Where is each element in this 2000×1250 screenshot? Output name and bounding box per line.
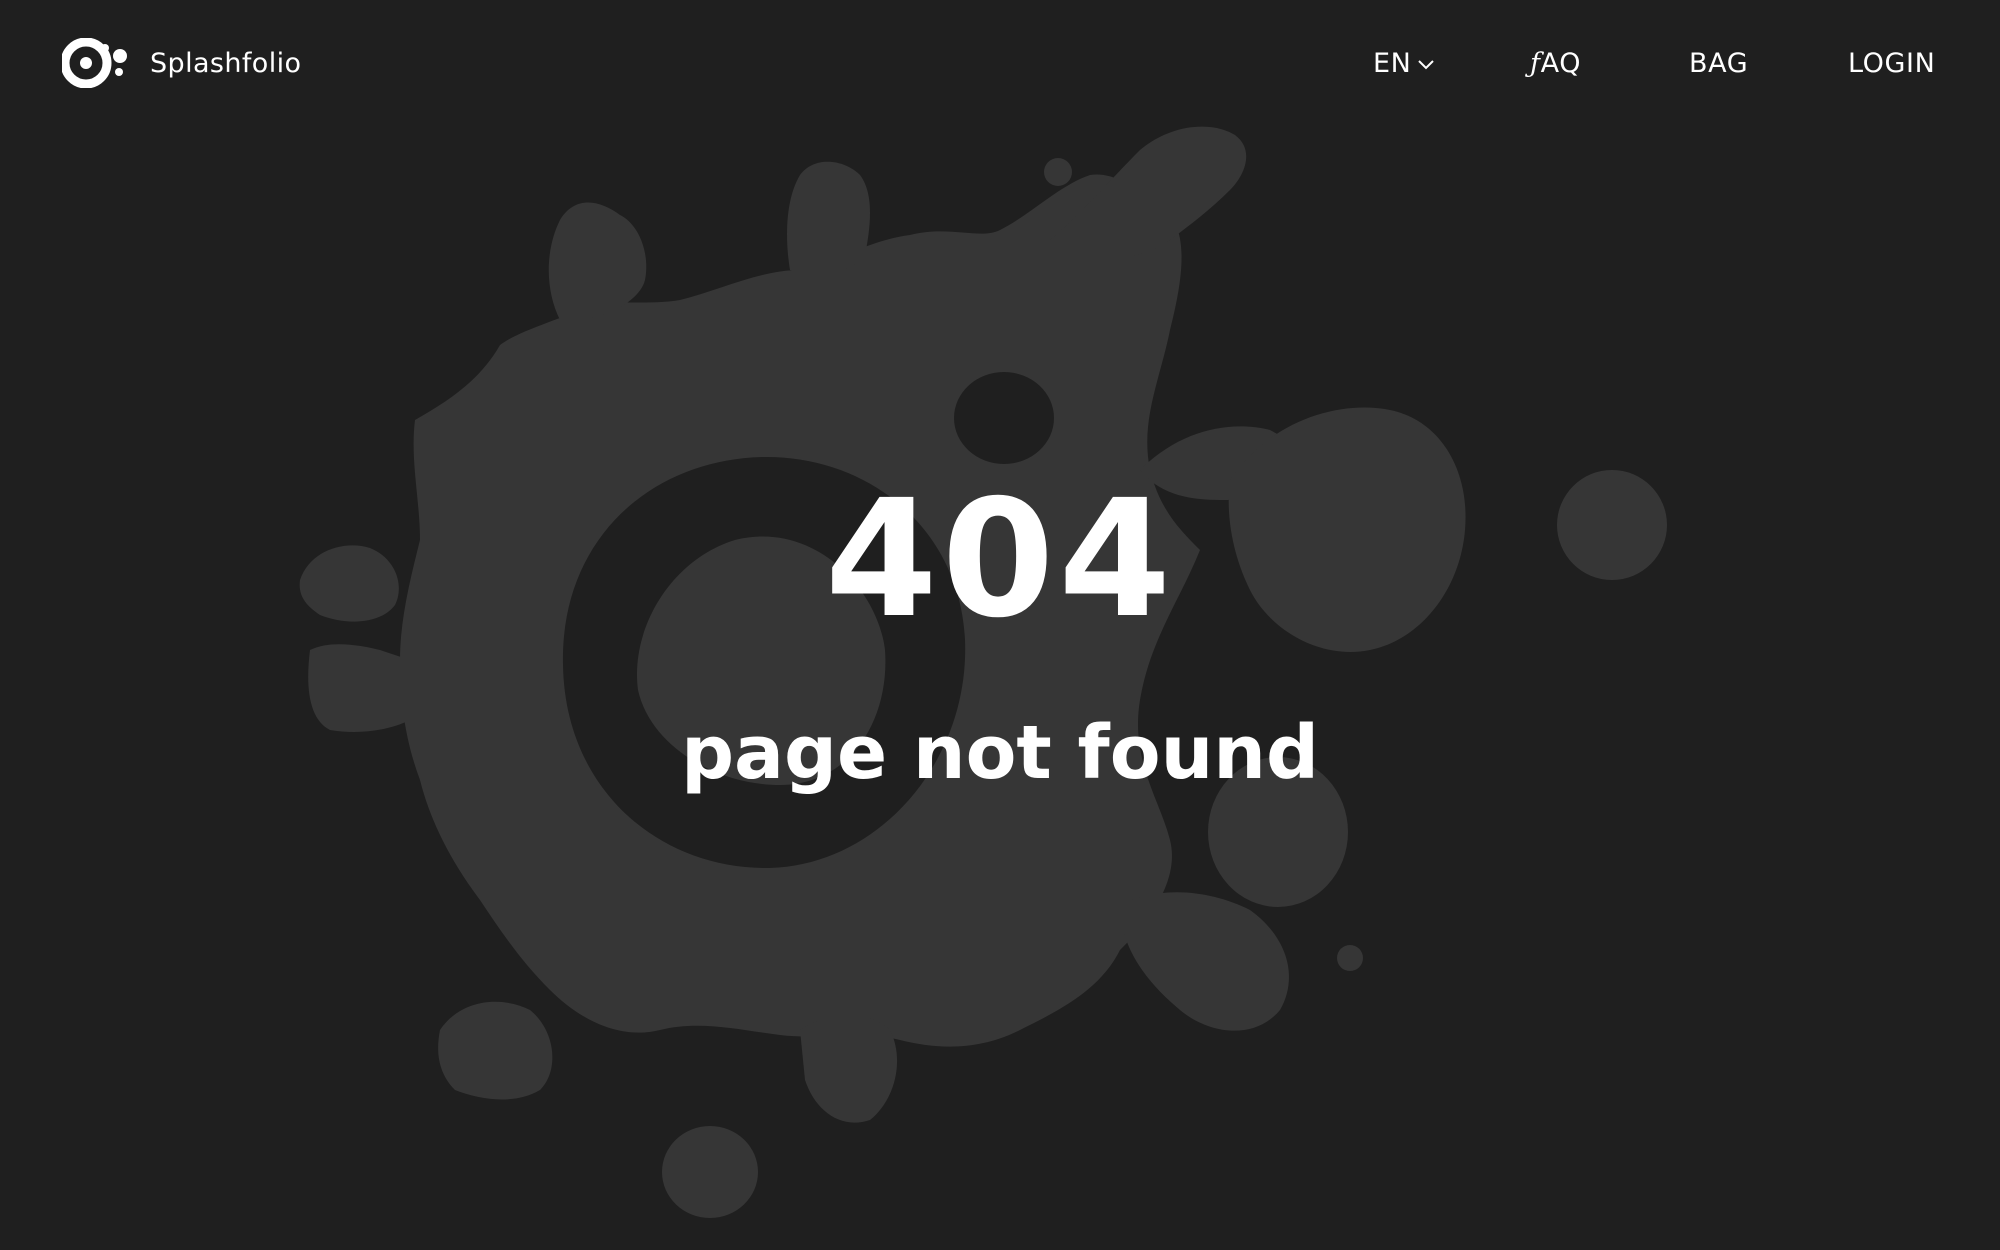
language-label: EN — [1373, 48, 1412, 79]
faq-prefix: ƒ — [1530, 48, 1541, 79]
error-message: page not found — [681, 710, 1319, 796]
nav-faq-link[interactable]: ƒAQ — [1530, 44, 1581, 84]
site-header: Splashfolio EN ƒAQ BAG LOGIN — [0, 0, 2000, 125]
nav-bag-link[interactable]: BAG — [1689, 44, 1748, 84]
language-selector[interactable]: EN — [1373, 44, 1435, 84]
not-found-page: Splashfolio EN ƒAQ BAG LOGIN 404 page no… — [0, 0, 2000, 1250]
main-nav: EN ƒAQ BAG LOGIN — [0, 44, 2000, 84]
faq-label: AQ — [1540, 48, 1582, 79]
error-code: 404 — [824, 466, 1176, 654]
nav-login-link[interactable]: LOGIN — [1848, 44, 1935, 84]
chevron-down-icon — [1418, 60, 1435, 70]
